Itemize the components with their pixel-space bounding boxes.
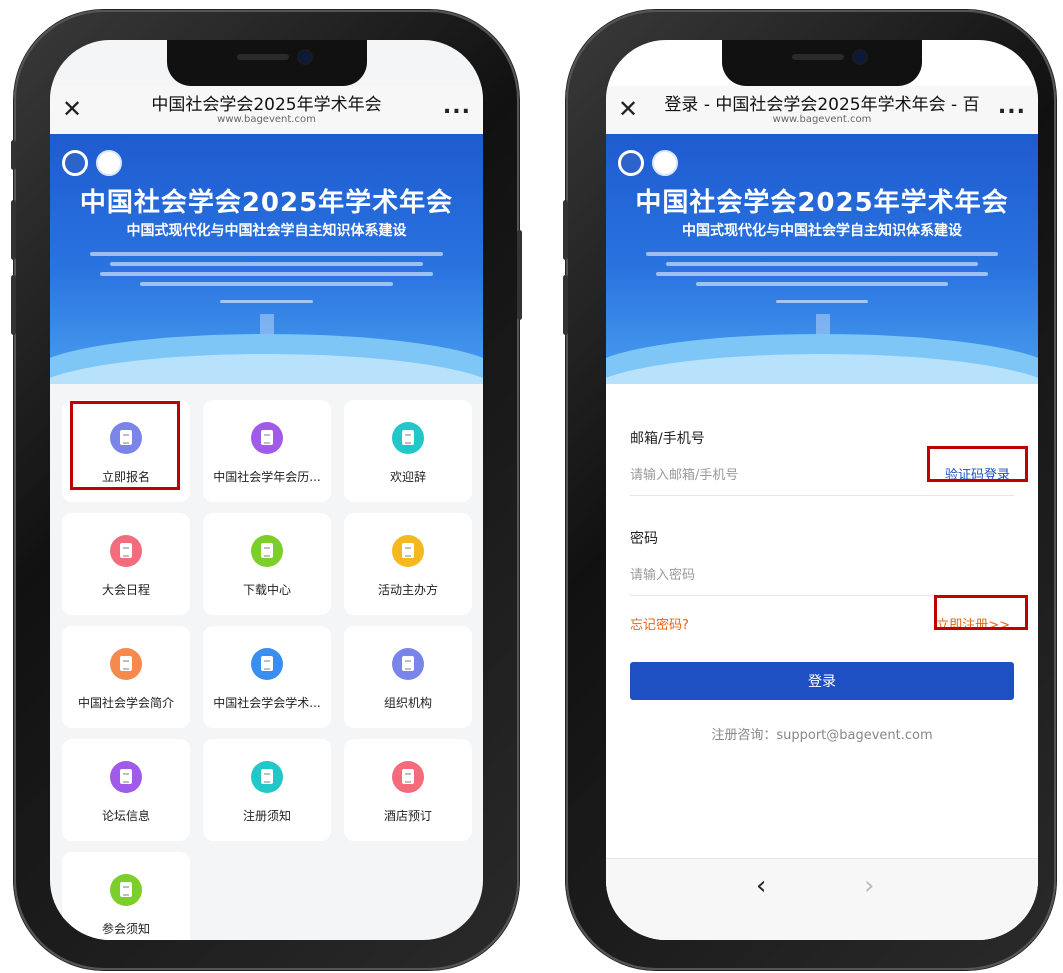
- document-icon: [251, 535, 283, 567]
- page-url: www.bagevent.com: [772, 114, 872, 125]
- csa-logo-icon: [618, 150, 644, 176]
- document-icon: [251, 761, 283, 793]
- notch: [166, 40, 367, 86]
- tile-annual-history[interactable]: 中国社会学年会历...: [203, 400, 331, 502]
- close-icon[interactable]: ✕: [618, 96, 638, 122]
- close-icon[interactable]: ✕: [62, 96, 82, 122]
- csa-logo-icon: [62, 150, 88, 176]
- document-icon: [251, 648, 283, 680]
- highlight-register-link: [934, 595, 1028, 630]
- more-icon[interactable]: ...: [998, 94, 1026, 119]
- right-phone-screen: ✕ 登录 - 中国社会学会2025年学术年会 - 百 www.bagevent.…: [606, 40, 1038, 940]
- back-arrow-icon[interactable]: ‹: [756, 871, 766, 901]
- webview-titlebar: ✕ 中国社会学会2025年学术年会 www.bagevent.com ...: [50, 86, 483, 134]
- document-icon: [110, 535, 142, 567]
- forgot-password-link[interactable]: 忘记密码?: [630, 614, 689, 633]
- webview-titlebar: ✕ 登录 - 中国社会学会2025年学术年会 - 百 www.bagevent.…: [606, 86, 1038, 134]
- document-icon: [110, 874, 142, 906]
- login-button[interactable]: 登录: [630, 662, 1014, 700]
- banner-title: 中国社会学会2025年学术年会: [635, 188, 1009, 218]
- document-icon: [110, 761, 142, 793]
- tile-forum-info[interactable]: 论坛信息: [62, 739, 190, 841]
- page-url: www.bagevent.com: [217, 114, 316, 125]
- front-camera-icon: [298, 51, 311, 63]
- consult-text: 注册咨询：support@bagevent.com: [711, 728, 933, 743]
- notch: [722, 40, 922, 86]
- tile-organization[interactable]: 组织机构: [344, 626, 472, 728]
- banner-title: 中国社会学会2025年学术年会: [79, 188, 454, 218]
- left-phone-frame: ✕ 中国社会学会2025年学术年会 www.bagevent.com ... 中…: [11, 10, 522, 970]
- banner-subtitle: 中国式现代化与中国社会学自主知识体系建设: [682, 223, 962, 239]
- tile-registration-notice[interactable]: 注册须知: [203, 739, 331, 841]
- more-icon[interactable]: ...: [443, 94, 471, 119]
- tile-download-center[interactable]: 下载中心: [203, 513, 331, 615]
- event-banner: 中国社会学会2025年学术年会 中国式现代化与中国社会学自主知识体系建设: [50, 134, 483, 384]
- tile-attendee-notice[interactable]: 参会须知: [62, 852, 190, 940]
- volume-down-button: [563, 275, 568, 335]
- right-phone-frame: ✕ 登录 - 中国社会学会2025年学术年会 - 百 www.bagevent.…: [563, 10, 1056, 970]
- university-logo-icon: [652, 150, 678, 176]
- tile-hotel-booking[interactable]: 酒店预订: [344, 739, 472, 841]
- event-banner: 中国社会学会2025年学术年会 中国式现代化与中国社会学自主知识体系建设: [606, 134, 1038, 384]
- document-icon: [392, 648, 424, 680]
- tile-agenda[interactable]: 大会日程: [62, 513, 190, 615]
- password-label: 密码: [630, 531, 658, 547]
- document-icon: [392, 761, 424, 793]
- document-icon: [392, 422, 424, 454]
- document-icon: [251, 422, 283, 454]
- password-input[interactable]: 请输入密码: [630, 564, 1014, 596]
- page-title: 中国社会学会2025年学术年会: [151, 95, 382, 115]
- tile-welcome[interactable]: 欢迎辞: [344, 400, 472, 502]
- power-button: [517, 230, 522, 320]
- browser-nav-bar: ‹ ›: [606, 858, 1038, 940]
- tile-society-academic[interactable]: 中国社会学会学术...: [203, 626, 331, 728]
- page-title: 登录 - 中国社会学会2025年学术年会 - 百: [664, 95, 980, 115]
- account-label: 邮箱/手机号: [630, 431, 705, 447]
- highlight-register-now: [70, 401, 180, 490]
- forward-arrow-icon[interactable]: ›: [864, 871, 874, 901]
- tile-organizers[interactable]: 活动主办方: [344, 513, 472, 615]
- university-logo-icon: [96, 150, 122, 176]
- highlight-code-login: [927, 446, 1028, 482]
- volume-up-button: [11, 200, 16, 260]
- volume-down-button: [11, 275, 16, 335]
- document-icon: [110, 648, 142, 680]
- star-icon: [392, 535, 424, 567]
- tile-society-intro[interactable]: 中国社会学会简介: [62, 626, 190, 728]
- volume-up-button: [563, 200, 568, 260]
- banner-subtitle: 中国式现代化与中国社会学自主知识体系建设: [126, 223, 407, 239]
- mute-switch: [11, 140, 16, 170]
- left-phone-screen: ✕ 中国社会学会2025年学术年会 www.bagevent.com ... 中…: [50, 40, 483, 940]
- front-camera-icon: [854, 51, 866, 63]
